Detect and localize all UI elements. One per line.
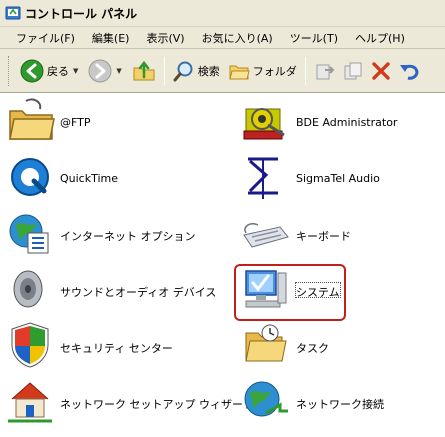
quicktime-icon <box>11 158 49 196</box>
item-keyboard[interactable]: キーボード <box>240 207 445 263</box>
shield-icon <box>11 322 49 368</box>
toolbar-separator <box>304 56 306 85</box>
item-label: セキュリティ センター <box>60 342 173 355</box>
item-label: サウンドとオーディオ デバイス <box>60 286 217 299</box>
item-network-connections[interactable]: ネットワーク接続 <box>240 375 445 431</box>
search-icon <box>173 61 193 81</box>
item-tasks[interactable]: タスク <box>240 319 445 375</box>
bde-gear-icon <box>243 108 285 140</box>
item-label: タスク <box>296 342 329 355</box>
menu-edit[interactable]: 編集(E) <box>90 29 132 47</box>
copy-to-icon <box>344 62 362 79</box>
network-setup-icon <box>8 382 52 423</box>
menu-bar: ファイル(F) 編集(E) 表示(V) お気に入り(A) ツール(T) ヘルプ(… <box>0 27 445 49</box>
up-folder-icon <box>133 60 155 80</box>
forward-button[interactable]: ▼ <box>85 55 124 87</box>
forward-dropdown-icon[interactable]: ▼ <box>116 67 121 75</box>
toolbar: 戻る ▼ ▼ 検索 フォルダ <box>0 49 445 93</box>
title-bar: コントロール パネル <box>0 0 445 27</box>
folders-icon <box>229 65 250 79</box>
item-network-setup-wizard[interactable]: ネットワーク セットアップ ウィザード <box>0 375 254 431</box>
item-security-center[interactable]: セキュリティ センター <box>0 319 210 375</box>
sigmatel-icon <box>248 157 278 199</box>
item-ftp[interactable]: @FTP <box>0 95 210 151</box>
up-folder-button[interactable] <box>129 55 159 87</box>
network-connections-icon <box>244 381 288 417</box>
internet-options-icon <box>9 214 49 254</box>
menu-tools[interactable]: ツール(T) <box>288 29 340 47</box>
task-folder-icon <box>245 324 287 362</box>
move-to-icon <box>316 64 335 79</box>
delete-button[interactable] <box>367 55 395 87</box>
item-label: QuickTime <box>60 172 119 185</box>
undo-icon <box>399 64 419 80</box>
folders-label: フォルダ <box>252 64 297 78</box>
item-label: @FTP <box>60 116 91 129</box>
item-bde-administrator[interactable]: BDE Administrator <box>240 95 445 151</box>
delete-x-icon <box>372 61 390 80</box>
speaker-icon <box>13 270 43 308</box>
toolbar-grip[interactable] <box>8 55 11 86</box>
folders-button[interactable]: フォルダ <box>225 55 300 87</box>
back-button[interactable]: 戻る ▼ <box>17 55 81 87</box>
menu-file[interactable]: ファイル(F) <box>14 29 77 47</box>
selection-focus-box <box>295 282 341 298</box>
move-to-button[interactable] <box>311 55 339 87</box>
undo-button[interactable] <box>395 55 423 87</box>
back-label: 戻る <box>47 64 69 78</box>
menu-view[interactable]: 表示(V) <box>144 29 186 47</box>
item-label: インターネット オプション <box>60 230 196 243</box>
item-quicktime[interactable]: QuickTime <box>0 151 210 207</box>
back-arrow-icon <box>20 59 44 82</box>
control-panel-window: コントロール パネル ファイル(F) 編集(E) 表示(V) お気に入り(A) … <box>0 0 445 437</box>
item-sigmatel-audio[interactable]: SigmaTel Audio <box>240 151 445 207</box>
window-title: コントロール パネル <box>25 6 138 21</box>
search-button[interactable]: 検索 <box>170 55 223 87</box>
keyboard-icon <box>243 222 289 248</box>
item-sound-audio-devices[interactable]: サウンドとオーディオ デバイス <box>0 263 216 319</box>
item-label: BDE Administrator <box>296 116 398 129</box>
item-label: SigmaTel Audio <box>296 172 380 185</box>
control-panel-icon <box>5 6 21 20</box>
toolbar-separator <box>163 56 165 85</box>
back-dropdown-icon[interactable]: ▼ <box>73 67 78 75</box>
item-internet-options[interactable]: インターネット オプション <box>0 207 210 263</box>
item-label: ネットワーク接続 <box>296 398 384 411</box>
control-panel-items: @FTP BDE Administrator QuickTime SigmaTe… <box>0 93 445 437</box>
menu-help[interactable]: ヘルプ(H) <box>353 29 407 47</box>
search-label: 検索 <box>197 64 220 78</box>
menu-favorites[interactable]: お気に入り(A) <box>200 29 275 47</box>
item-label: ネットワーク セットアップ ウィザード <box>60 398 254 411</box>
forward-arrow-icon <box>88 59 112 82</box>
folder-icon <box>9 98 55 140</box>
item-label: キーボード <box>296 230 351 243</box>
copy-to-button[interactable] <box>339 55 367 87</box>
